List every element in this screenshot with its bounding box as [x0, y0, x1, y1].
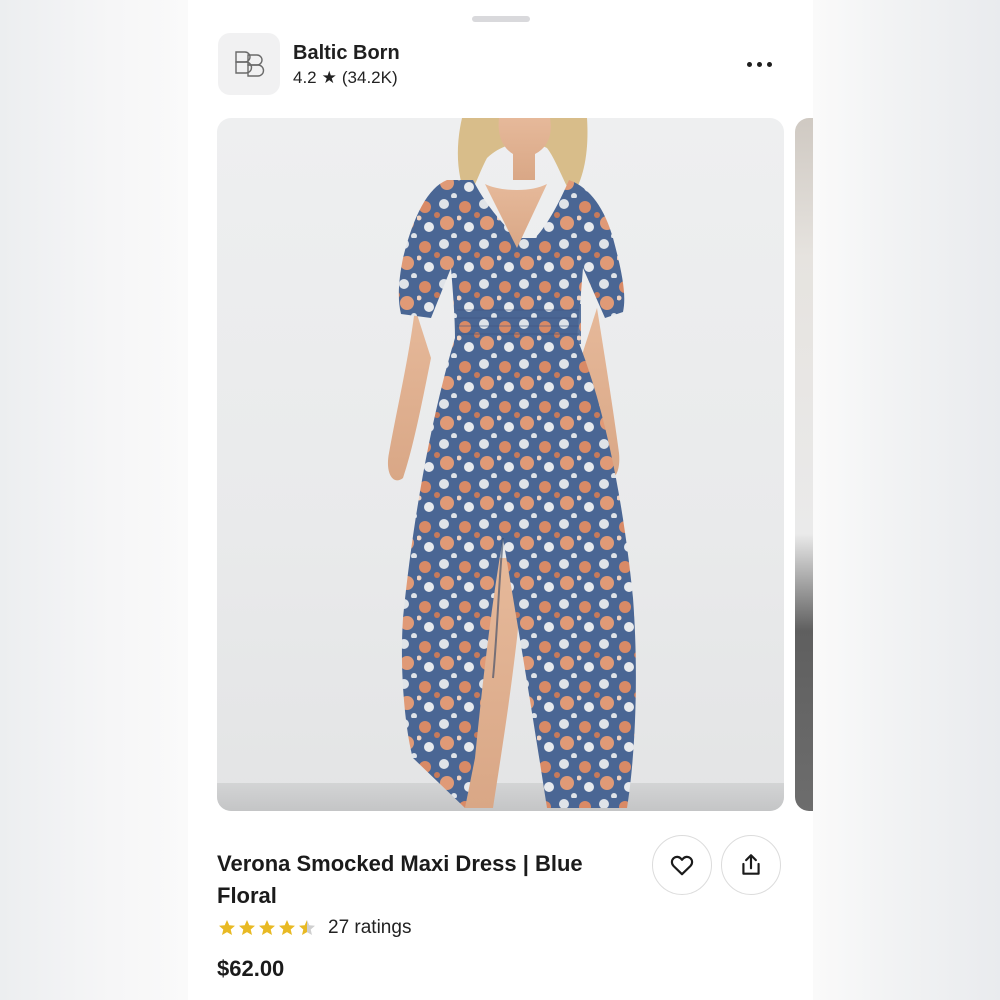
more-options-button[interactable] [736, 50, 782, 78]
seller-name[interactable]: Baltic Born [293, 42, 400, 65]
seller-logo[interactable] [218, 33, 280, 95]
seller-rating-value: 4.2 [293, 68, 317, 87]
background-left [0, 0, 188, 1000]
more-horizontal-icon [746, 61, 752, 67]
product-image[interactable] [217, 118, 784, 811]
product-sheet: Baltic Born 4.2 ★ (34.2K) Verona Smocked… [188, 0, 813, 1000]
star-icon: ★ [321, 68, 337, 87]
seller-rating: 4.2 ★ (34.2K) [293, 68, 398, 88]
favorite-button[interactable] [652, 835, 712, 895]
heart-icon [670, 855, 694, 876]
baltic-born-logo-icon [235, 51, 265, 77]
product-rating[interactable]: 27 ratings [218, 917, 411, 939]
sheet-grabber[interactable] [472, 16, 530, 22]
next-product-image[interactable] [795, 118, 813, 811]
share-button[interactable] [721, 835, 781, 895]
star-rating-icon [219, 920, 315, 935]
product-title: Verona Smocked Maxi Dress | Blue Floral [217, 851, 583, 908]
seller-review-count: (34.2K) [341, 68, 398, 87]
share-icon [742, 854, 760, 875]
ratings-count[interactable]: 27 ratings [328, 917, 411, 939]
dress-photo [387, 118, 636, 808]
background-right [813, 0, 1000, 1000]
product-price: $62.00 [217, 956, 285, 981]
